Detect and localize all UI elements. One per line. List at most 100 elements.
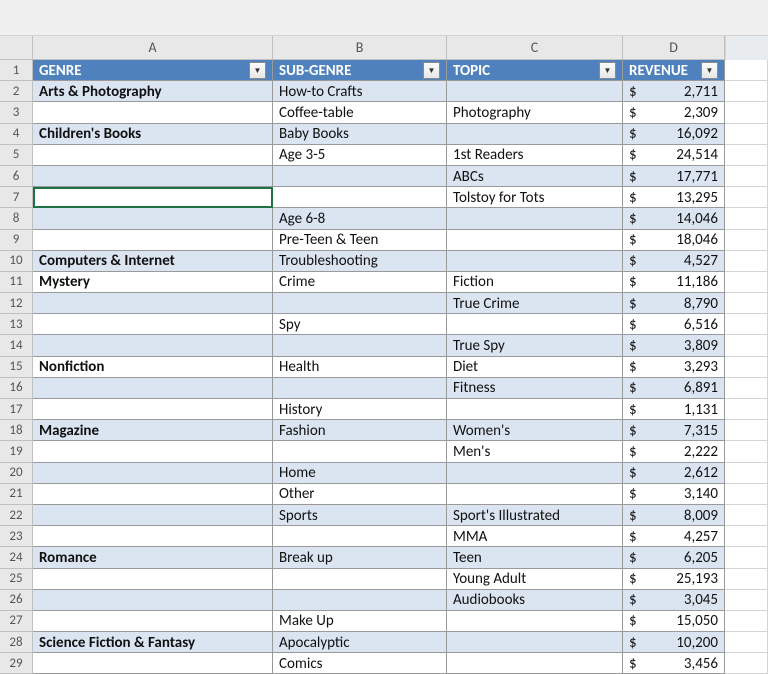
cell-subgenre[interactable]: Health <box>273 357 447 378</box>
header-cell-revenue[interactable]: REVENUE ▼ <box>623 60 725 81</box>
cell-genre[interactable] <box>33 653 273 674</box>
cell-genre[interactable] <box>33 293 273 314</box>
cell-topic[interactable] <box>447 314 623 335</box>
cell-subgenre[interactable]: History <box>273 399 447 420</box>
header-cell-subgenre[interactable]: SUB-GENRE ▼ <box>273 60 447 81</box>
cell-topic[interactable] <box>447 463 623 484</box>
cell-topic[interactable]: Sport's Illustrated <box>447 505 623 526</box>
cell-genre[interactable] <box>33 314 273 335</box>
cell-subgenre[interactable] <box>273 378 447 399</box>
row-header-16[interactable]: 16 <box>0 378 33 399</box>
cell-topic[interactable]: Women's <box>447 420 623 441</box>
cell-genre[interactable] <box>33 187 273 208</box>
cell-topic[interactable] <box>447 484 623 505</box>
cell-revenue[interactable]: $8,790 <box>623 293 725 314</box>
cell-topic[interactable]: 1st Readers <box>447 145 623 166</box>
cell-genre[interactable]: Magazine <box>33 420 273 441</box>
cell-topic[interactable] <box>447 611 623 632</box>
cell-revenue[interactable]: $16,092 <box>623 124 725 145</box>
cell-subgenre[interactable]: Comics <box>273 653 447 674</box>
cell-topic[interactable]: Young Adult <box>447 569 623 590</box>
cell-revenue[interactable]: $1,131 <box>623 399 725 420</box>
cell-revenue[interactable]: $17,771 <box>623 166 725 187</box>
cell-topic[interactable] <box>447 251 623 272</box>
row-header-5[interactable]: 5 <box>0 145 33 166</box>
row-header-19[interactable]: 19 <box>0 441 33 462</box>
cell-topic[interactable] <box>447 632 623 653</box>
cell-subgenre[interactable]: Apocalyptic <box>273 632 447 653</box>
cell-revenue[interactable]: $2,711 <box>623 81 725 102</box>
row-header-23[interactable]: 23 <box>0 526 33 547</box>
cell-revenue[interactable]: $18,046 <box>623 230 725 251</box>
cell-subgenre[interactable]: Fashion <box>273 420 447 441</box>
cell-topic[interactable]: True Spy <box>447 335 623 356</box>
cell-genre[interactable]: Computers & Internet <box>33 251 273 272</box>
row-header-11[interactable]: 11 <box>0 272 33 293</box>
row-header-2[interactable]: 2 <box>0 81 33 102</box>
cell-genre[interactable] <box>33 463 273 484</box>
cell-revenue[interactable]: $2,309 <box>623 102 725 123</box>
cell-genre[interactable] <box>33 335 273 356</box>
row-header-7[interactable]: 7 <box>0 187 33 208</box>
cell-topic[interactable] <box>447 81 623 102</box>
cell-subgenre[interactable]: Spy <box>273 314 447 335</box>
filter-button-genre[interactable]: ▼ <box>249 62 266 79</box>
cell-revenue[interactable]: $13,295 <box>623 187 725 208</box>
cell-revenue[interactable]: $3,809 <box>623 335 725 356</box>
row-header-29[interactable]: 29 <box>0 653 33 674</box>
cell-revenue[interactable]: $3,140 <box>623 484 725 505</box>
cell-genre[interactable] <box>33 505 273 526</box>
cell-topic[interactable] <box>447 653 623 674</box>
cell-revenue[interactable]: $6,516 <box>623 314 725 335</box>
row-header-8[interactable]: 8 <box>0 208 33 229</box>
cell-revenue[interactable]: $6,891 <box>623 378 725 399</box>
cell-genre[interactable] <box>33 569 273 590</box>
cell-revenue[interactable]: $4,527 <box>623 251 725 272</box>
cell-genre[interactable] <box>33 145 273 166</box>
cell-genre[interactable]: Romance <box>33 547 273 568</box>
cell-topic[interactable]: Diet <box>447 357 623 378</box>
cell-revenue[interactable]: $2,222 <box>623 441 725 462</box>
cell-revenue[interactable]: $10,200 <box>623 632 725 653</box>
cell-topic[interactable]: Fiction <box>447 272 623 293</box>
cell-genre[interactable]: Science Fiction & Fantasy <box>33 632 273 653</box>
cell-revenue[interactable]: $3,293 <box>623 357 725 378</box>
cell-genre[interactable] <box>33 102 273 123</box>
cell-revenue[interactable]: $24,514 <box>623 145 725 166</box>
col-header-c[interactable]: C <box>447 36 623 60</box>
cell-revenue[interactable]: $3,045 <box>623 590 725 611</box>
cell-revenue[interactable]: $7,315 <box>623 420 725 441</box>
cell-genre[interactable] <box>33 378 273 399</box>
cell-subgenre[interactable]: How-to Crafts <box>273 81 447 102</box>
col-header-b[interactable]: B <box>273 36 447 60</box>
cell-subgenre[interactable]: Pre-Teen & Teen <box>273 230 447 251</box>
row-header-28[interactable]: 28 <box>0 632 33 653</box>
cell-genre[interactable]: Children's Books <box>33 124 273 145</box>
filter-button-revenue[interactable]: ▼ <box>701 62 718 79</box>
row-header-17[interactable]: 17 <box>0 399 33 420</box>
cell-genre[interactable] <box>33 230 273 251</box>
cell-revenue[interactable]: $2,612 <box>623 463 725 484</box>
cell-subgenre[interactable]: Baby Books <box>273 124 447 145</box>
row-header-26[interactable]: 26 <box>0 590 33 611</box>
cell-subgenre[interactable] <box>273 590 447 611</box>
cell-genre[interactable] <box>33 399 273 420</box>
cell-topic[interactable]: Tolstoy for Tots <box>447 187 623 208</box>
row-header-10[interactable]: 10 <box>0 251 33 272</box>
row-header-27[interactable]: 27 <box>0 611 33 632</box>
row-header-13[interactable]: 13 <box>0 314 33 335</box>
cell-subgenre[interactable] <box>273 526 447 547</box>
cell-topic[interactable] <box>447 399 623 420</box>
filter-button-topic[interactable]: ▼ <box>599 62 616 79</box>
select-all-corner[interactable] <box>0 36 33 60</box>
cell-genre[interactable] <box>33 166 273 187</box>
cell-subgenre[interactable]: Make Up <box>273 611 447 632</box>
cell-subgenre[interactable]: Troubleshooting <box>273 251 447 272</box>
cell-topic[interactable]: Fitness <box>447 378 623 399</box>
row-header-20[interactable]: 20 <box>0 463 33 484</box>
row-header-25[interactable]: 25 <box>0 569 33 590</box>
cell-subgenre[interactable]: Coffee-table <box>273 102 447 123</box>
cell-topic[interactable]: Audiobooks <box>447 590 623 611</box>
cell-genre[interactable] <box>33 484 273 505</box>
cell-genre[interactable]: Arts & Photography <box>33 81 273 102</box>
